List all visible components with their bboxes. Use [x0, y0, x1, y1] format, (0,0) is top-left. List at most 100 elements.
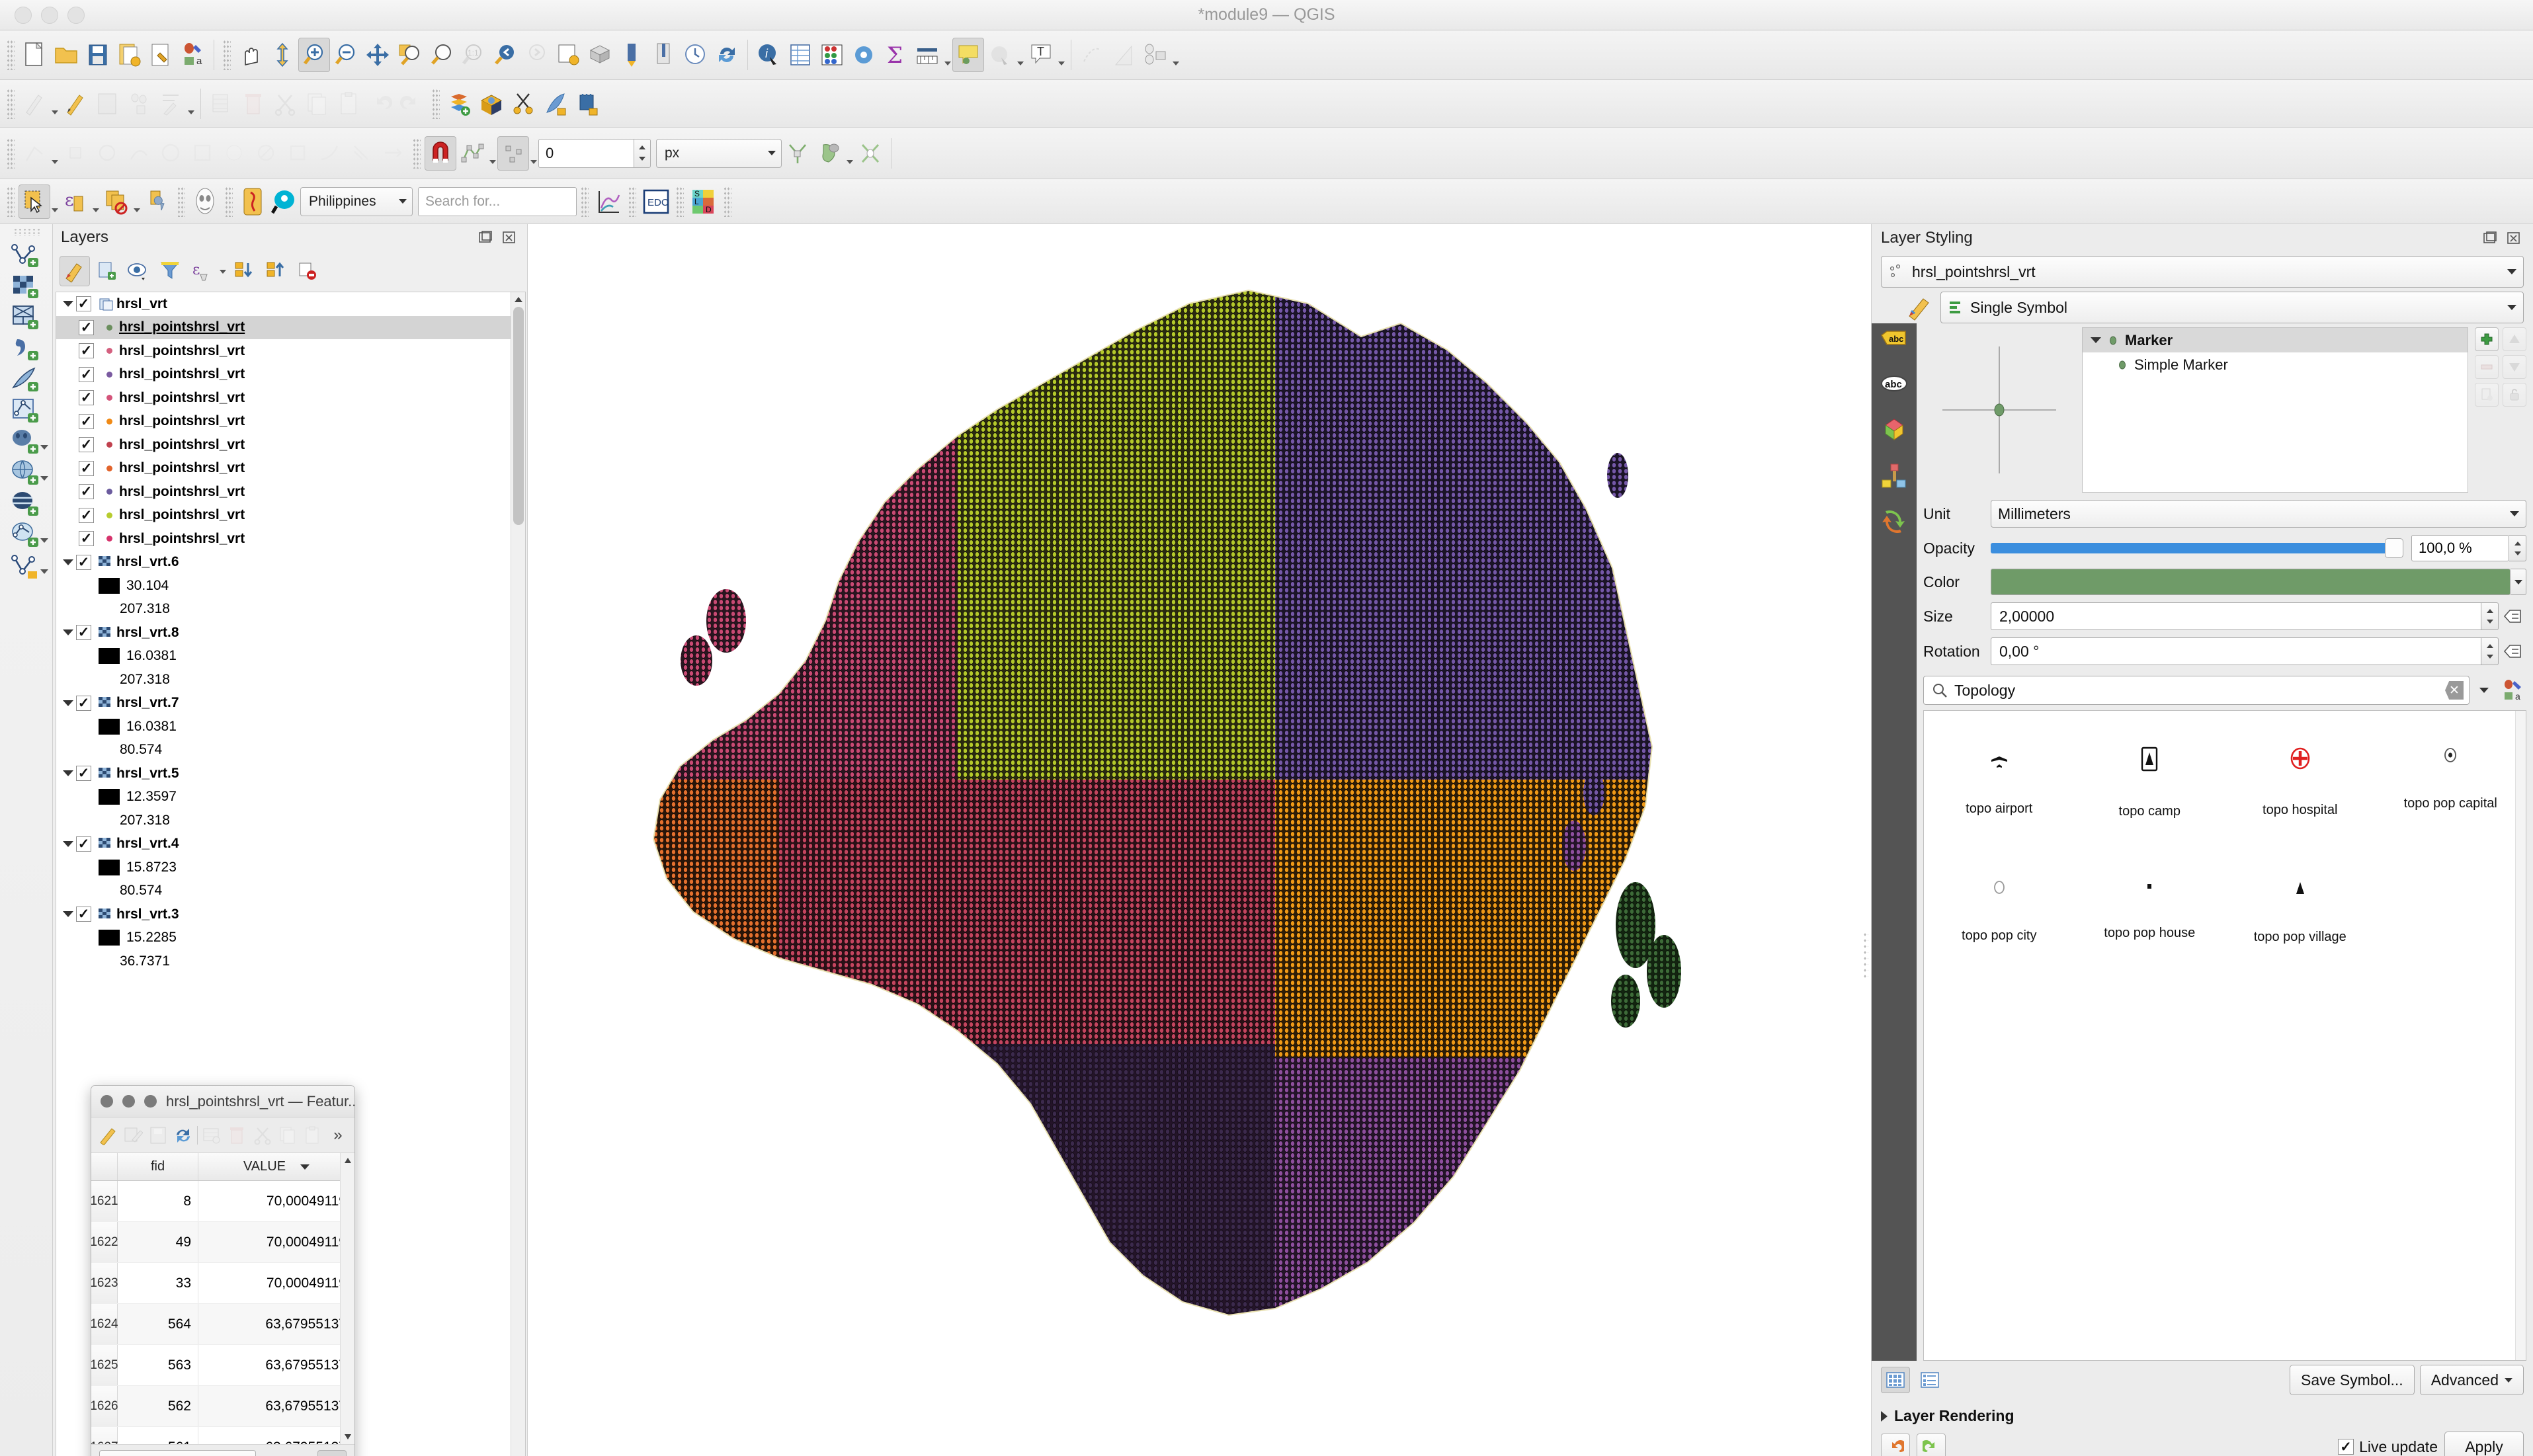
snapping-magnet-icon[interactable] [425, 136, 456, 171]
toolbar-grip-plot[interactable] [581, 186, 589, 217]
measure-dropdown-caret[interactable] [943, 38, 952, 72]
toolbar-grip-dig[interactable] [7, 88, 15, 119]
open-attribute-table-icon[interactable] [784, 38, 816, 72]
copy-features-icon[interactable] [301, 87, 333, 121]
undock-icon[interactable] [476, 227, 495, 247]
collapse-all-icon[interactable] [261, 256, 291, 286]
zoom-in-icon[interactable] [298, 38, 330, 72]
offset-curve-icon[interactable] [345, 136, 377, 171]
layer-item-raster[interactable]: hrsl_vrt.3 [56, 903, 525, 926]
add-postgis-layer-button[interactable] [0, 425, 52, 456]
visibility-checkbox[interactable] [79, 413, 94, 429]
apply-button[interactable]: Apply [2444, 1432, 2524, 1456]
toolbar-grip-snap[interactable] [7, 138, 15, 169]
project-selector[interactable]: Philippines [300, 186, 413, 216]
scissors-split-icon[interactable] [507, 87, 539, 121]
layer-item-point[interactable]: hrsl_pointshrsl_vrt [56, 386, 525, 410]
edc-plugin-icon[interactable]: EDC [640, 184, 672, 219]
measure-line-icon[interactable] [616, 38, 647, 72]
table-row[interactable]: 1621 8 70,00049119 [91, 1181, 354, 1222]
snapping-unit-select[interactable]: px [656, 138, 782, 168]
symbol-node-simple-marker[interactable]: Simple Marker [2083, 352, 2468, 377]
scroll-down-icon[interactable] [341, 1430, 354, 1444]
visibility-checkbox[interactable] [76, 296, 91, 312]
add-spatialite-layer-button[interactable] [0, 363, 52, 394]
layer-item-point[interactable]: hrsl_pointshrsl_vrt [56, 363, 525, 387]
tolerance-spin-buttons[interactable] [634, 138, 651, 168]
snapping-mode-icon[interactable] [456, 136, 488, 171]
filter-expression-icon[interactable]: ε [187, 256, 217, 286]
add-vector-layer-button[interactable] [0, 239, 52, 270]
select-expression-caret[interactable] [91, 184, 101, 219]
visibility-checkbox[interactable] [79, 507, 94, 523]
set-square-icon[interactable] [1108, 38, 1140, 72]
reshape-features-icon[interactable] [313, 136, 345, 171]
renderer-selector[interactable]: Single Symbol [1940, 292, 2524, 323]
symbol-gallery-item[interactable]: topo camp [2075, 711, 2225, 843]
vertex-tool-icon[interactable] [1076, 38, 1108, 72]
redo-icon[interactable] [396, 87, 428, 121]
add-wms-layer-button[interactable] [0, 456, 52, 487]
delete-part-icon[interactable] [282, 136, 313, 171]
symbol-gallery-item[interactable]: topo pop city [1924, 843, 2075, 975]
toolbar-grip-nav[interactable] [223, 40, 231, 70]
symbol-layer-list[interactable]: Marker Simple Marker [2082, 327, 2468, 493]
add-group-icon[interactable] [91, 256, 122, 286]
chevron-down-icon[interactable] [60, 301, 76, 307]
measure-scalebar-icon[interactable] [911, 38, 943, 72]
toggle-editing-icon[interactable] [97, 1123, 119, 1148]
redo-style-button[interactable] [1917, 1434, 1946, 1456]
symbol-gallery-item[interactable]: topo airport [1924, 711, 2075, 843]
snapping-mode-caret[interactable] [488, 136, 497, 171]
column-header-value[interactable]: VALUE [198, 1153, 354, 1180]
current-edits-icon[interactable] [19, 87, 50, 121]
snapping-tolerance-value[interactable]: 0 [538, 138, 634, 168]
opacity-value[interactable]: 100,0 % [2411, 535, 2509, 561]
add-part-icon[interactable] [187, 136, 218, 171]
3d-view-tab-icon[interactable] [1880, 416, 1908, 446]
visibility-checkbox[interactable] [79, 531, 94, 547]
style-manager-icon[interactable]: a [177, 38, 209, 72]
live-update-checkbox[interactable]: ✓ [2338, 1439, 2354, 1455]
topological-editing-icon[interactable] [782, 136, 813, 171]
sort-descending-icon[interactable] [300, 1164, 310, 1170]
filter-legend-icon[interactable] [155, 256, 185, 286]
zoom-next-icon[interactable] [520, 38, 552, 72]
advanced-button[interactable]: Advanced [2419, 1365, 2524, 1395]
symbol-gallery-item[interactable]: topo hospital [2225, 711, 2376, 843]
zoom-out-icon[interactable] [330, 38, 362, 72]
cell-fid[interactable]: 8 [118, 1181, 198, 1221]
symbol-search-input[interactable]: Topology ✕ [1923, 676, 2470, 705]
add-raster-layer-button[interactable] [0, 270, 52, 301]
toolbar-grip[interactable] [7, 40, 15, 70]
reload-table-icon[interactable] [172, 1123, 194, 1148]
deselect-features-icon[interactable] [101, 184, 132, 219]
country-shape-icon[interactable] [237, 184, 269, 219]
chevron-down-icon[interactable] [60, 770, 76, 776]
masks-tab-icon[interactable]: abc [1880, 373, 1908, 399]
visibility-checkbox[interactable] [79, 366, 94, 382]
size-spin-buttons[interactable] [2481, 602, 2499, 630]
layer-item-point[interactable]: hrsl_pointshrsl_vrt [56, 457, 525, 481]
zoom-full-icon[interactable] [362, 38, 394, 72]
add-delimited-text-layer-button[interactable] [0, 332, 52, 363]
style-manager-icon[interactable]: a [2499, 676, 2526, 705]
labels-tab-icon[interactable]: abc [1880, 330, 1908, 356]
cell-value[interactable]: 63,67955137 [198, 1345, 354, 1385]
history-tab-icon[interactable] [1880, 510, 1908, 538]
save-symbol-button[interactable]: Save Symbol... [2290, 1365, 2415, 1395]
annotation-gear-icon[interactable] [984, 38, 1016, 72]
scroll-up-icon[interactable] [511, 292, 525, 307]
column-header-fid[interactable]: fid [118, 1153, 198, 1180]
multi-edit-icon[interactable] [122, 1123, 144, 1148]
toolbar-grip-sel3[interactable] [225, 186, 233, 217]
cell-fid[interactable]: 564 [118, 1304, 198, 1344]
toolbar-grip-end[interactable] [724, 186, 731, 217]
table-row[interactable]: 1624 564 63,67955137 [91, 1304, 354, 1345]
cell-fid[interactable]: 563 [118, 1345, 198, 1385]
project-properties-icon[interactable] [145, 38, 177, 72]
cell-value[interactable]: 70,00049119 [198, 1181, 354, 1221]
duplicate-symbol-layer-button[interactable] [2475, 383, 2499, 407]
dialog-close-button[interactable] [101, 1095, 113, 1108]
add-geopackage-layer-button[interactable] [0, 394, 52, 425]
